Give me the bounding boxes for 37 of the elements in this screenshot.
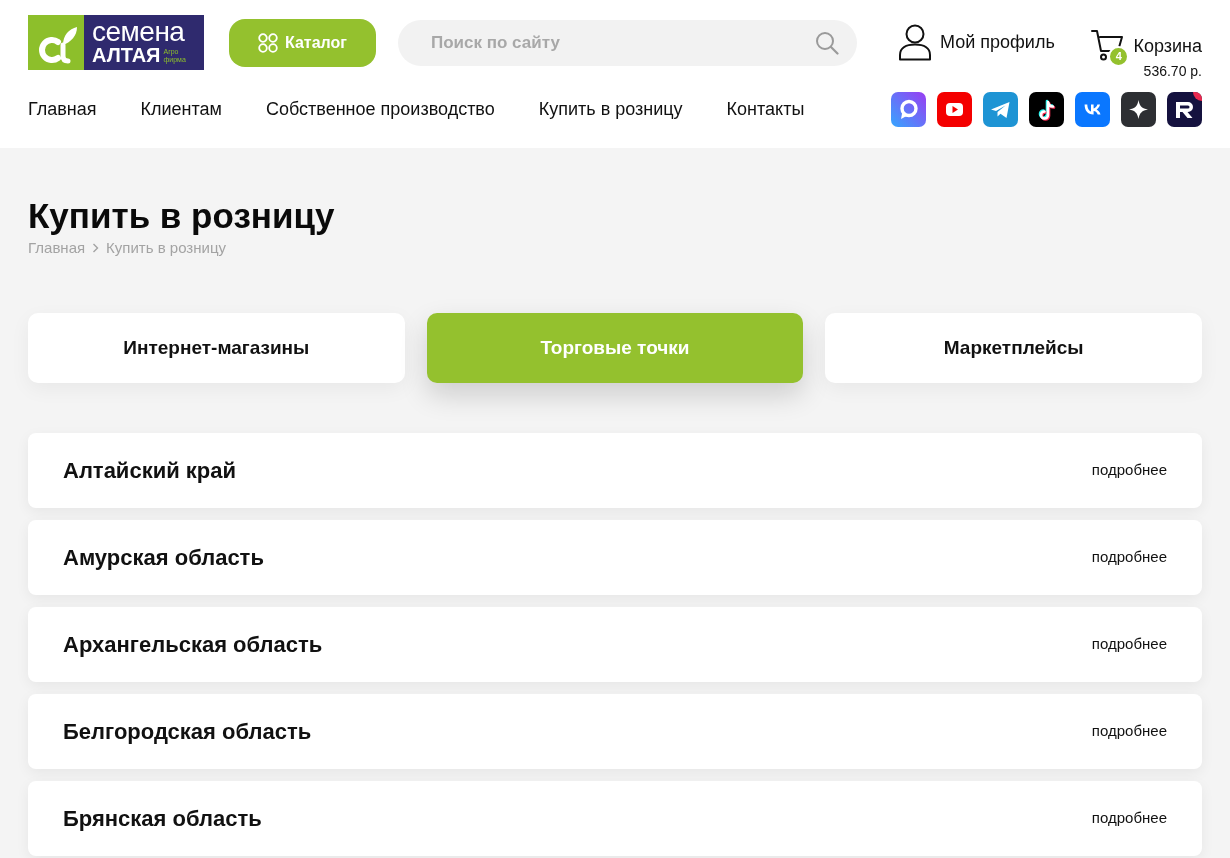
details-link[interactable]: подробнее <box>1091 720 1167 743</box>
sparkle-icon[interactable] <box>1121 91 1156 127</box>
nav-link[interactable]: Главная <box>28 95 97 123</box>
social-logo-icon[interactable] <box>1167 91 1202 127</box>
search-icon[interactable] <box>815 30 839 55</box>
details-link[interactable]: подробнее <box>1091 633 1167 656</box>
user-icon <box>898 24 932 61</box>
nav-link[interactable]: Купить в розницу <box>538 95 683 123</box>
music-note-icon[interactable] <box>1029 91 1064 127</box>
region-name: Брянская область <box>63 805 262 833</box>
tab[interactable]: Интернет-магазины <box>28 313 405 383</box>
cart-link[interactable]: 4 Корзина <box>1091 28 1202 64</box>
play-icon[interactable] <box>937 91 972 127</box>
details-link[interactable]: подробнее <box>1091 459 1167 482</box>
tab[interactable]: Маркетплейсы <box>825 313 1202 383</box>
breadcrumb-current: Купить в розницу <box>106 239 226 257</box>
cart-total: 536.70 р. <box>1143 63 1202 80</box>
region-name: Амурская область <box>63 544 264 572</box>
region-name: Алтайский край <box>63 457 236 485</box>
profile-link[interactable]: Мой профиль <box>898 24 1055 61</box>
brand-name: АЛТАЯ <box>92 45 161 66</box>
chat-bubble-icon[interactable] <box>891 91 926 127</box>
nav-link[interactable]: Клиентам <box>140 95 222 123</box>
paper-plane-icon[interactable] <box>983 91 1018 127</box>
page-title: Купить в розницу <box>28 195 335 237</box>
search-field[interactable]: Поиск по сайту <box>398 19 857 66</box>
nav-link[interactable]: Контакты <box>726 95 805 123</box>
brand-name: семена <box>92 18 185 45</box>
region-name: Архангельская область <box>63 631 323 659</box>
leaf-logo-icon <box>28 15 84 70</box>
details-link[interactable]: подробнее <box>1091 807 1167 830</box>
nav-link[interactable]: Собственное производство <box>265 95 495 123</box>
chevron-right-icon <box>92 243 100 253</box>
region-name: Белгородская область <box>63 718 312 746</box>
cart-count: 4 <box>1108 46 1130 67</box>
grid-dots-icon <box>258 32 278 53</box>
details-link[interactable]: подробнее <box>1091 546 1167 569</box>
